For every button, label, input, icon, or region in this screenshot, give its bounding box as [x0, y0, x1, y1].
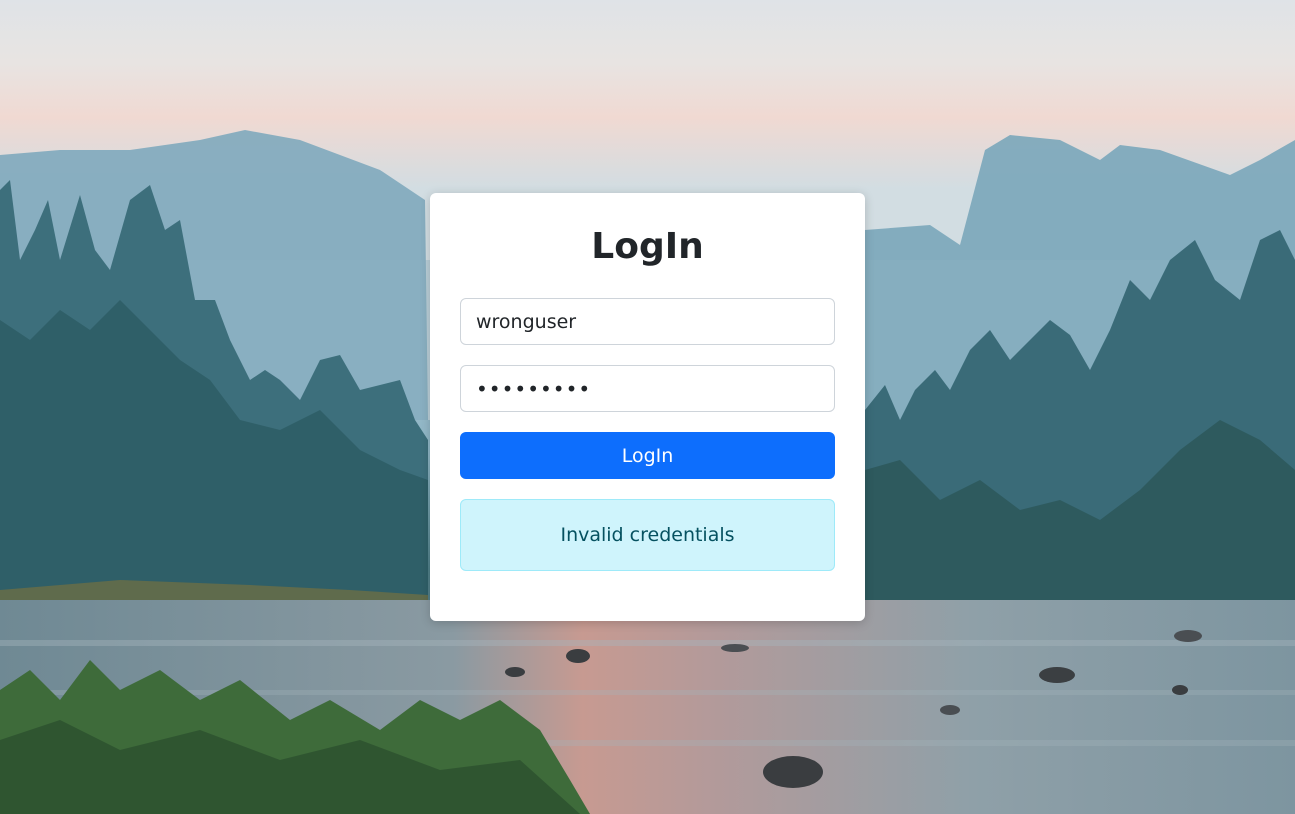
login-title: LogIn — [591, 226, 704, 267]
login-card: LogIn LogIn Invalid credentials — [430, 193, 865, 621]
invalid-credentials-alert: Invalid credentials — [460, 499, 835, 571]
login-button[interactable]: LogIn — [460, 432, 835, 479]
alert-message: Invalid credentials — [560, 524, 735, 546]
password-input[interactable] — [460, 365, 835, 412]
username-input[interactable] — [460, 298, 835, 345]
